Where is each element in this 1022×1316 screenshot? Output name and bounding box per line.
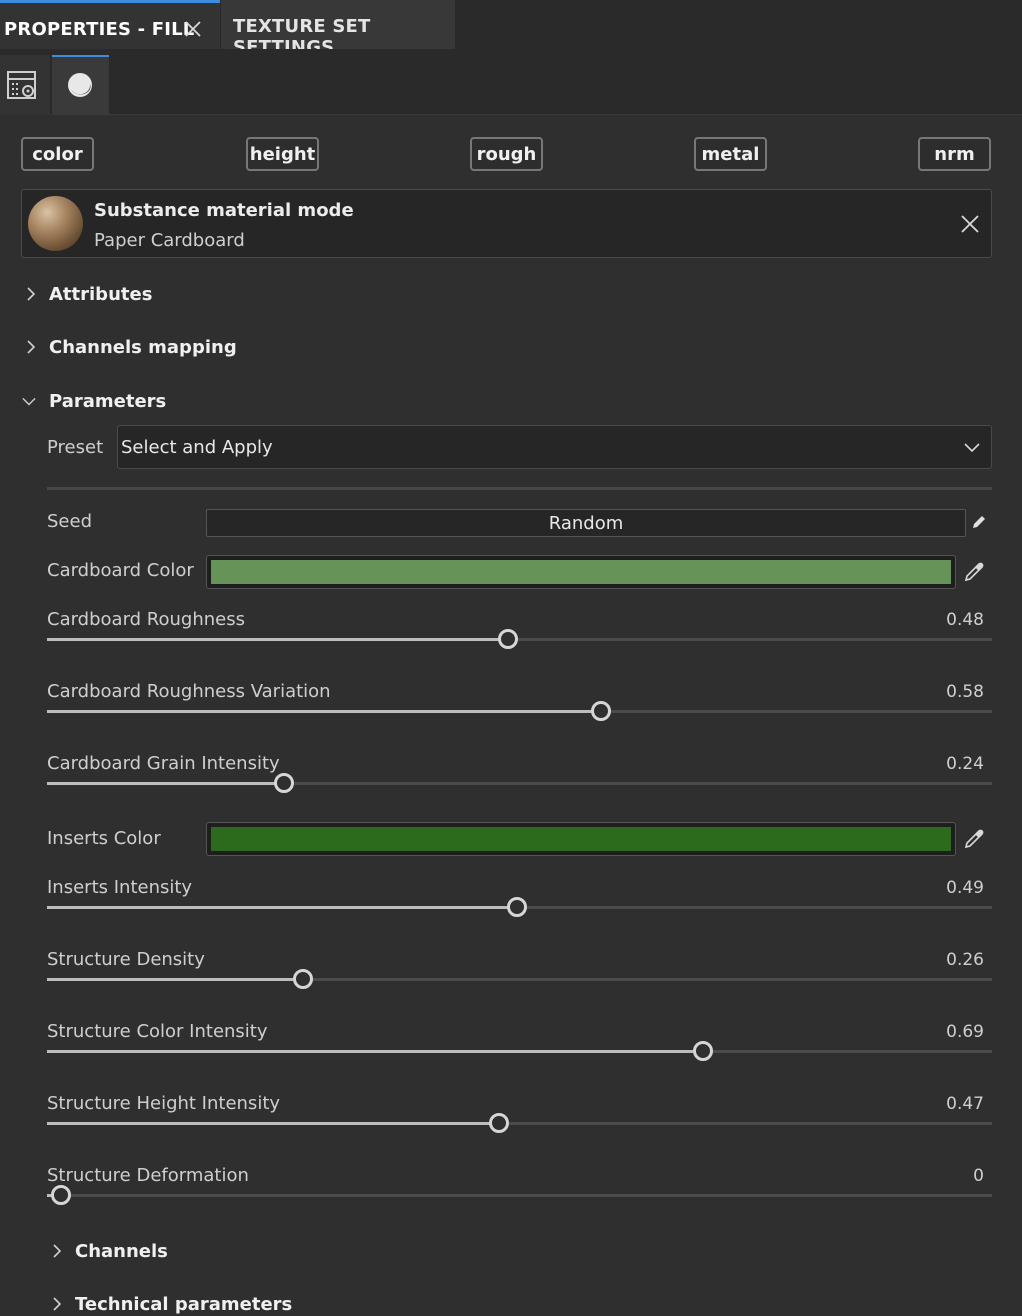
section-technical-parameters-label: Technical parameters (75, 1294, 293, 1315)
slider-value[interactable]: 0.48 (924, 610, 984, 630)
channel-rough-label: rough (476, 143, 537, 165)
channel-color-label: color (32, 143, 83, 165)
slider-fill (47, 782, 285, 785)
slider-fill (47, 978, 304, 981)
sub-tab-bar (0, 49, 1022, 115)
slider-track[interactable] (47, 1122, 992, 1125)
channel-height-label: height (249, 143, 316, 165)
slider-track[interactable] (47, 978, 992, 981)
slider-fill (47, 638, 508, 641)
material-sphere-icon (68, 73, 92, 97)
slider-label: Structure Color Intensity (47, 1021, 268, 1042)
tab-settings-list[interactable] (0, 55, 50, 115)
tab-properties-fill[interactable]: PROPERTIES - FILL (0, 0, 220, 49)
seed-value: Random (548, 512, 624, 534)
slider-track[interactable] (47, 638, 992, 641)
slider-track[interactable] (47, 1194, 992, 1197)
close-icon[interactable] (184, 20, 202, 38)
slider-value[interactable]: 0 (924, 1166, 984, 1186)
channel-rough-button[interactable]: rough (470, 137, 543, 171)
preset-dropdown[interactable]: Select and Apply (117, 425, 992, 469)
seed-label: Seed (47, 511, 92, 532)
material-card[interactable]: Substance material mode Paper Cardboard (21, 189, 992, 258)
chevron-right-icon (27, 340, 36, 354)
slider-value[interactable]: 0.47 (924, 1094, 984, 1114)
inserts-color-swatch[interactable] (206, 822, 956, 856)
slider-value[interactable]: 0.69 (924, 1022, 984, 1042)
settings-list-icon (7, 71, 36, 99)
divider (47, 487, 992, 490)
material-name: Paper Cardboard (94, 230, 245, 251)
slider-handle[interactable] (497, 629, 518, 649)
slider-value[interactable]: 0.26 (924, 950, 984, 970)
tab-properties-fill-label: PROPERTIES - FILL (4, 19, 195, 40)
preset-value: Select and Apply (121, 437, 273, 458)
inserts-color-fill (211, 827, 951, 851)
slider-handle[interactable] (274, 773, 295, 793)
slider-handle[interactable] (693, 1041, 714, 1061)
tab-texture-set-settings[interactable]: TEXTURE SET SETTINGS (221, 0, 455, 58)
tab-material[interactable] (52, 55, 109, 115)
chevron-down-icon (22, 397, 36, 406)
slider-label: Inserts Intensity (47, 877, 193, 898)
chevron-right-icon (53, 1297, 62, 1311)
slider-track[interactable] (47, 782, 992, 785)
channel-nrm-button[interactable]: nrm (918, 137, 991, 171)
slider-fill (47, 906, 518, 909)
cardboard-color-fill (211, 560, 951, 584)
slider-fill (47, 710, 601, 713)
slider-fill (47, 1122, 499, 1125)
slider-fill (47, 1050, 704, 1053)
channel-metal-label: metal (701, 143, 760, 165)
slider-label: Structure Density (47, 949, 205, 970)
cardboard-color-swatch[interactable] (206, 555, 956, 589)
slider-label: Cardboard Roughness Variation (47, 681, 331, 702)
chevron-down-icon (964, 443, 980, 453)
slider-handle[interactable] (590, 701, 611, 721)
section-parameters-label: Parameters (49, 391, 167, 412)
slider-handle[interactable] (51, 1185, 71, 1205)
slider-label: Structure Height Intensity (47, 1093, 281, 1114)
pencil-icon[interactable] (970, 513, 988, 531)
slider-value[interactable]: 0.58 (924, 682, 984, 702)
eyedropper-icon[interactable] (963, 828, 985, 850)
chevron-right-icon (53, 1244, 62, 1258)
cardboard-color-label: Cardboard Color (47, 560, 194, 581)
material-preview-thumbnail (28, 196, 83, 251)
remove-material-icon[interactable] (960, 214, 980, 234)
slider-label: Structure Deformation (47, 1165, 249, 1186)
inserts-color-label: Inserts Color (47, 828, 161, 849)
slider-track[interactable] (47, 1050, 992, 1053)
slider-handle[interactable] (293, 969, 314, 989)
section-channels-label: Channels (75, 1241, 168, 1262)
slider-label: Cardboard Roughness (47, 609, 245, 630)
material-mode-label: Substance material mode (94, 200, 354, 221)
eyedropper-icon[interactable] (963, 561, 985, 583)
slider-value[interactable]: 0.49 (924, 878, 984, 898)
slider-handle[interactable] (507, 897, 528, 917)
chevron-right-icon (27, 287, 36, 301)
channel-nrm-label: nrm (934, 143, 975, 165)
slider-handle[interactable] (488, 1113, 509, 1133)
slider-label: Cardboard Grain Intensity (47, 753, 280, 774)
slider-value[interactable]: 0.24 (924, 754, 984, 774)
seed-random-button[interactable]: Random (206, 509, 966, 537)
slider-track[interactable] (47, 710, 992, 713)
section-attributes-label: Attributes (49, 284, 153, 305)
channel-metal-button[interactable]: metal (694, 137, 767, 171)
preset-label: Preset (47, 437, 104, 458)
channel-color-button[interactable]: color (21, 137, 94, 171)
channel-height-button[interactable]: height (246, 137, 319, 171)
section-channels-mapping-label: Channels mapping (49, 337, 237, 358)
